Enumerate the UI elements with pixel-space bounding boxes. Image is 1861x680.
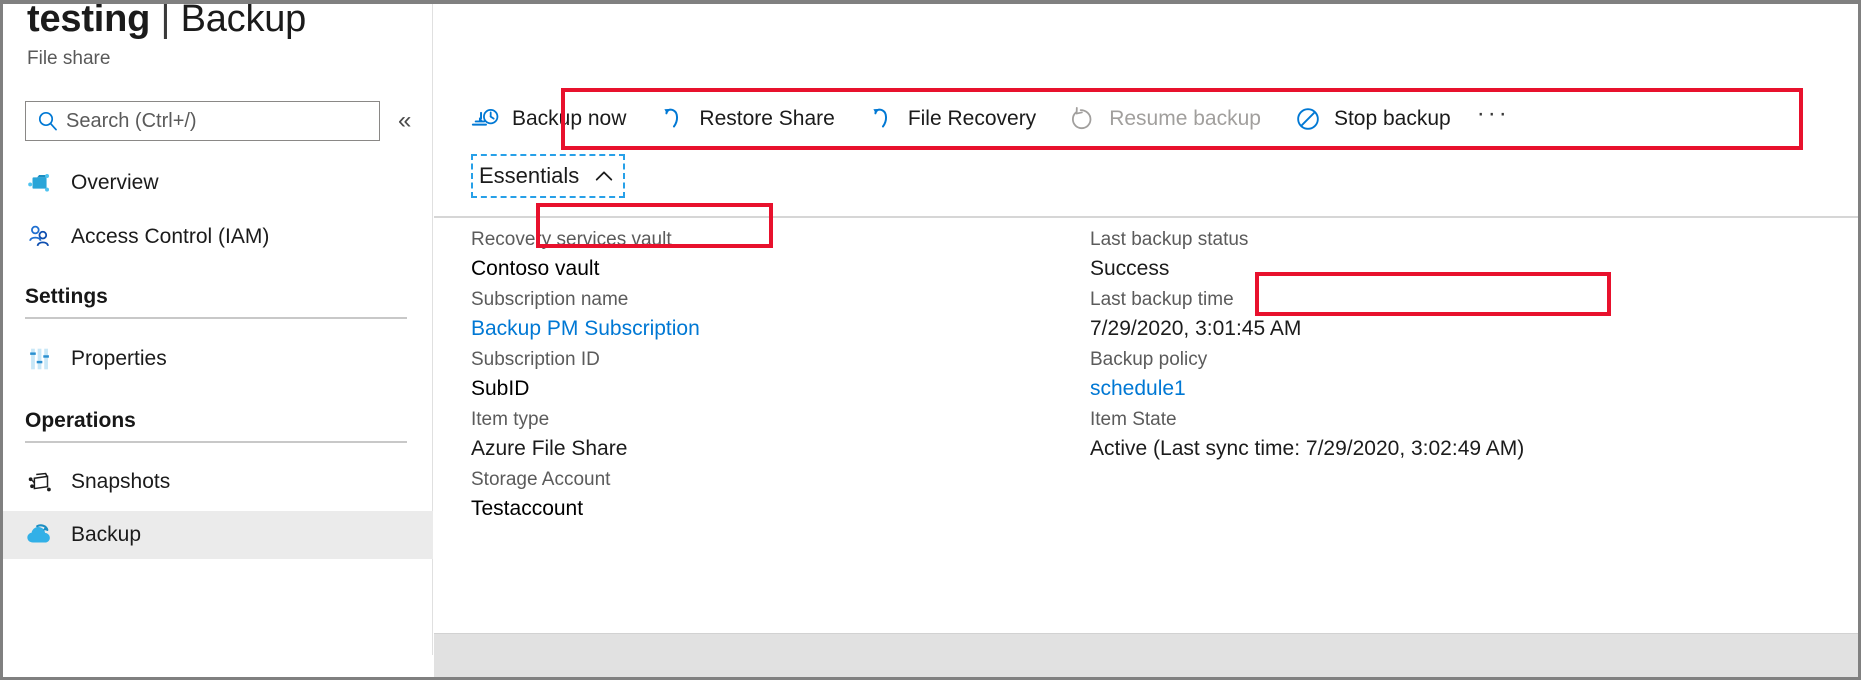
sidebar-item-label: Overview (71, 171, 159, 195)
resource-type-subtitle: File share (27, 48, 110, 70)
sidebar-group-divider (25, 317, 407, 319)
backup-cloud-icon (25, 520, 55, 550)
file-recovery-button[interactable]: File Recovery (867, 95, 1036, 143)
sidebar-item-snapshots[interactable]: Snapshots (3, 458, 433, 506)
chevron-up-icon (593, 165, 615, 187)
field-value-last-backup-status: Success (1090, 254, 1850, 284)
field-value-backup-policy[interactable]: schedule1 (1090, 374, 1850, 404)
backup-now-icon (471, 104, 501, 134)
chevron-double-left-icon[interactable]: « (398, 109, 411, 133)
sidebar-group-settings: Settings (25, 285, 407, 319)
resource-name: testing (27, 0, 150, 40)
sidebar-item-properties[interactable]: Properties (3, 335, 433, 383)
left-navigation-sidebar: testing | Backup File share Search (Ctrl… (3, 4, 433, 677)
stop-backup-button[interactable]: Stop backup (1293, 95, 1451, 143)
sidebar-item-backup[interactable]: Backup (3, 511, 433, 559)
bottom-status-band (434, 633, 1858, 677)
field-label-subscription-id: Subscription ID (471, 346, 1071, 374)
search-input[interactable]: Search (Ctrl+/) (25, 101, 380, 141)
restore-icon (867, 104, 897, 134)
field-value-subscription-id: SubID (471, 374, 1071, 404)
search-icon (36, 109, 60, 133)
field-label-backup-policy: Backup policy (1090, 346, 1850, 374)
resume-refresh-icon (1068, 104, 1098, 134)
command-toolbar: Backup now Restore Share File Recovery (434, 88, 1858, 150)
field-value-last-backup-time: 7/29/2020, 3:01:45 AM (1090, 314, 1850, 344)
sidebar-group-title: Operations (25, 409, 407, 433)
snapshots-icon (25, 467, 55, 497)
sidebar-bottom-spacer (3, 655, 433, 677)
backup-now-button[interactable]: Backup now (471, 95, 626, 143)
essentials-label: Essentials (479, 163, 579, 189)
field-label-recovery-services-vault: Recovery services vault (471, 226, 1071, 254)
essentials-expander[interactable]: Essentials (471, 154, 625, 198)
field-value-recovery-services-vault: Contoso vault (471, 254, 1071, 284)
title-separator: | (161, 0, 171, 40)
overview-icon (25, 168, 55, 198)
command-label: File Recovery (908, 107, 1036, 131)
essentials-right-column: Last backup status Success Last backup t… (1090, 226, 1850, 466)
sidebar-group-divider (25, 441, 407, 443)
field-value-storage-account: Testaccount (471, 494, 1071, 524)
restore-icon (658, 104, 688, 134)
sidebar-item-label: Snapshots (71, 470, 170, 494)
field-value-item-type: Azure File Share (471, 434, 1071, 464)
resume-backup-button[interactable]: Resume backup (1068, 95, 1261, 143)
search-placeholder-text: Search (Ctrl+/) (66, 110, 197, 133)
sidebar-item-label: Properties (71, 347, 167, 371)
command-label: Stop backup (1334, 107, 1451, 131)
field-value-subscription-name[interactable]: Backup PM Subscription (471, 314, 1071, 344)
field-label-subscription-name: Subscription name (471, 286, 1071, 314)
command-label: Backup now (512, 107, 626, 131)
more-commands-button[interactable]: ··· (1477, 102, 1510, 136)
essentials-divider (434, 216, 1858, 218)
azure-portal-blade: testing | Backup File share Search (Ctrl… (0, 0, 1861, 680)
command-label: Resume backup (1109, 107, 1261, 131)
people-icon (25, 222, 55, 252)
sidebar-item-label: Backup (71, 523, 141, 547)
field-label-item-state: Item State (1090, 406, 1850, 434)
blade-name: Backup (181, 0, 307, 40)
sidebar-item-access-control[interactable]: Access Control (IAM) (3, 213, 433, 261)
blade-content: Backup now Restore Share File Recovery (434, 4, 1858, 677)
field-label-item-type: Item type (471, 406, 1071, 434)
sidebar-group-title: Settings (25, 285, 407, 309)
sidebar-item-label: Access Control (IAM) (71, 225, 269, 249)
command-label: Restore Share (699, 107, 834, 131)
block-icon (1293, 104, 1323, 134)
field-label-last-backup-status: Last backup status (1090, 226, 1850, 254)
sidebar-group-operations: Operations (25, 409, 407, 443)
sidebar-item-overview[interactable]: Overview (3, 159, 433, 207)
page-title: testing | Backup (27, 0, 306, 41)
field-label-last-backup-time: Last backup time (1090, 286, 1850, 314)
field-label-storage-account: Storage Account (471, 466, 1071, 494)
search-row: Search (Ctrl+/) « (25, 100, 425, 142)
field-value-item-state: Active (Last sync time: 7/29/2020, 3:02:… (1090, 434, 1850, 464)
restore-share-button[interactable]: Restore Share (658, 95, 834, 143)
sliders-icon (25, 344, 55, 374)
essentials-left-column: Recovery services vault Contoso vault Su… (471, 226, 1071, 526)
